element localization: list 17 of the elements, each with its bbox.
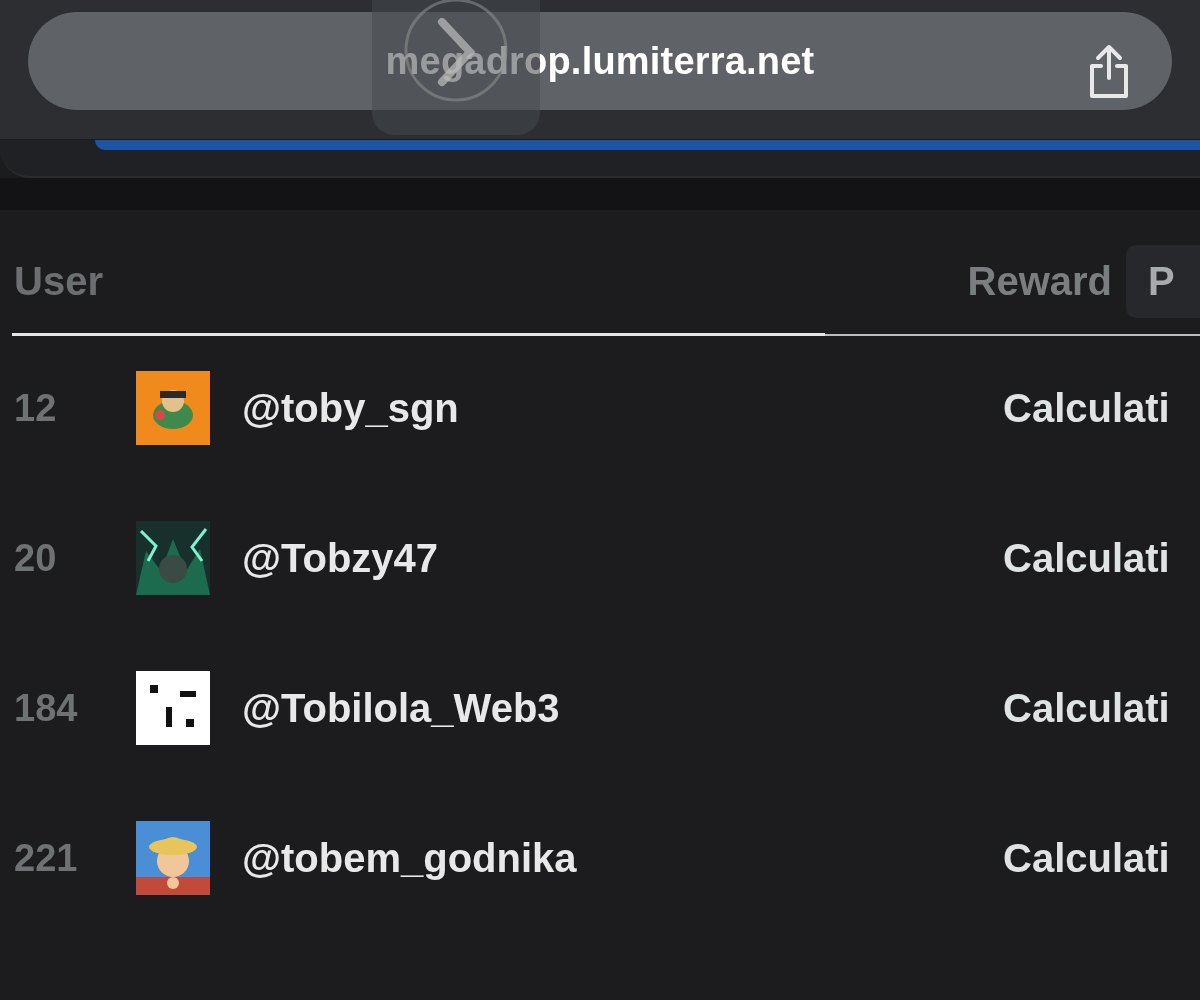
reward-column-header: Reward (967, 259, 1112, 304)
rank-text: 221 (13, 836, 79, 880)
username-text: @Tobzy47 (242, 535, 440, 581)
rank-text: 12 (13, 386, 58, 430)
url-text: megadrop.lumiterra.net (385, 39, 815, 83)
user-column-header: User (13, 259, 104, 304)
reward-text: Calculati (1003, 685, 1171, 731)
reward-text: Calculati (1003, 835, 1171, 881)
username-text: @tobem_godnika (242, 835, 578, 881)
reward-text: Calculati (1003, 385, 1171, 431)
rank-text: 20 (13, 536, 58, 580)
reward-text: Calculati (1003, 535, 1171, 581)
username-text: @Tobilola_Web3 (242, 685, 561, 731)
sort-tab[interactable]: P (1126, 245, 1200, 318)
username-text: @toby_sgn (242, 385, 460, 431)
rank-text: 184 (13, 686, 79, 730)
address-bar[interactable]: megadrop.lumiterra.net (28, 12, 1172, 110)
